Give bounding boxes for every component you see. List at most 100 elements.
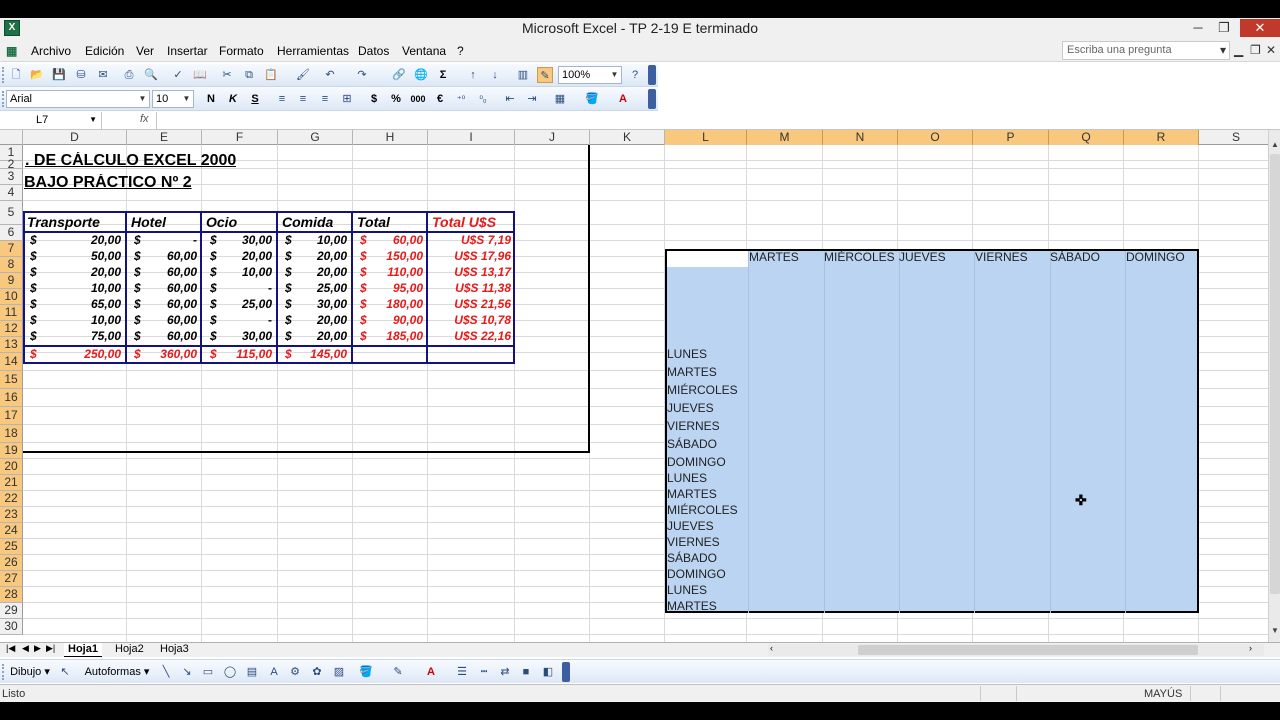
italic-button[interactable]: K bbox=[225, 91, 241, 107]
new-icon[interactable]: 🗋 bbox=[8, 67, 24, 83]
align-center-icon[interactable]: ≡ bbox=[295, 91, 311, 107]
row-header[interactable]: 16 bbox=[0, 389, 23, 407]
euro-button[interactable]: € bbox=[432, 91, 448, 107]
zoom-combo[interactable]: 100% ▼ bbox=[558, 66, 622, 84]
oval-icon[interactable]: ◯ bbox=[222, 664, 238, 680]
row-header[interactable]: 18 bbox=[0, 425, 23, 443]
diagram-icon[interactable]: ⚙ bbox=[287, 664, 303, 680]
percent-button[interactable]: % bbox=[388, 91, 404, 107]
fill-color-icon[interactable]: 🪣 bbox=[584, 91, 600, 107]
col-header-o[interactable]: O bbox=[898, 130, 973, 145]
increase-indent-icon[interactable]: ⇥ bbox=[524, 91, 540, 107]
menu-ventana[interactable]: Ventana bbox=[402, 44, 446, 58]
align-left-icon[interactable]: ≡ bbox=[274, 91, 290, 107]
row-header[interactable]: 22 bbox=[0, 491, 23, 507]
merge-center-icon[interactable]: ⊞ bbox=[339, 91, 355, 107]
arrow-icon[interactable]: ↘ bbox=[179, 664, 195, 680]
vertical-scrollbar[interactable]: ▲ ▼ bbox=[1268, 130, 1280, 642]
menu-ver[interactable]: Ver bbox=[136, 44, 154, 58]
tab-first-icon[interactable]: |◀ bbox=[2, 643, 19, 657]
doc-minimize-icon[interactable]: ▁ bbox=[1234, 43, 1243, 57]
vertical-scroll-thumb[interactable] bbox=[1270, 154, 1280, 594]
decrease-decimal-icon[interactable]: ⁰₀ bbox=[475, 91, 491, 107]
col-header-h[interactable]: H bbox=[353, 130, 428, 145]
font-size-combo[interactable]: 10 ▼ bbox=[152, 90, 194, 108]
row-header[interactable]: 10 bbox=[0, 289, 23, 305]
shadow-icon[interactable]: ■ bbox=[518, 664, 534, 680]
menu-formato[interactable]: Formato bbox=[219, 44, 264, 58]
col-header-r[interactable]: R bbox=[1124, 130, 1199, 145]
col-header-n[interactable]: N bbox=[823, 130, 898, 145]
line-style-icon[interactable]: ☰ bbox=[454, 664, 470, 680]
arrow-style-icon[interactable]: ⇄ bbox=[497, 664, 513, 680]
draw-menu-button[interactable]: Dibujo ▾ bbox=[8, 664, 52, 680]
font-color-icon[interactable]: A bbox=[615, 91, 631, 107]
row-header[interactable]: 13 bbox=[0, 337, 23, 353]
currency-button[interactable]: $ bbox=[366, 91, 382, 107]
font-combo[interactable]: Arial ▼ bbox=[6, 90, 150, 108]
ask-dropdown-icon[interactable]: ▾ bbox=[1220, 43, 1226, 57]
underline-button[interactable]: S bbox=[247, 91, 263, 107]
draw-font-color-icon[interactable]: A bbox=[423, 664, 439, 680]
tab-hoja3[interactable]: Hoja3 bbox=[156, 643, 193, 657]
menu-insertar[interactable]: Insertar bbox=[167, 44, 208, 58]
fx-icon[interactable]: fx bbox=[140, 113, 149, 125]
name-box[interactable]: L7 ▼ bbox=[2, 112, 102, 129]
menu-edicion[interactable]: Edición bbox=[85, 44, 124, 58]
row-header[interactable]: 19 bbox=[0, 443, 23, 459]
row-header[interactable]: 27 bbox=[0, 571, 23, 587]
select-all-corner[interactable] bbox=[0, 130, 23, 145]
scroll-up-icon[interactable]: ▲ bbox=[1271, 140, 1279, 149]
col-header-q[interactable]: Q bbox=[1049, 130, 1124, 145]
row-header[interactable]: 12 bbox=[0, 321, 23, 337]
increase-decimal-icon[interactable]: ⁺⁰ bbox=[453, 91, 469, 107]
bold-button[interactable]: N bbox=[203, 91, 219, 107]
textbox-icon[interactable]: ▤ bbox=[244, 664, 260, 680]
decrease-indent-icon[interactable]: ⇤ bbox=[502, 91, 518, 107]
row-header[interactable]: 17 bbox=[0, 407, 23, 425]
tab-hoja1[interactable]: Hoja1 bbox=[64, 643, 102, 657]
draw-fill-color-icon[interactable]: 🪣 bbox=[358, 664, 374, 680]
row-header[interactable]: 14 bbox=[0, 353, 23, 371]
row-header[interactable]: 7 bbox=[0, 241, 23, 257]
row-header[interactable]: 5 bbox=[0, 201, 23, 225]
dash-style-icon[interactable]: ┅ bbox=[476, 664, 492, 680]
row-header[interactable]: 26 bbox=[0, 555, 23, 571]
horizontal-scroll-thumb[interactable] bbox=[858, 645, 1198, 655]
hyperlink-icon[interactable]: 🔗 bbox=[391, 67, 407, 83]
menu-datos[interactable]: Datos bbox=[358, 44, 389, 58]
row-header[interactable]: 29 bbox=[0, 603, 23, 619]
line-icon[interactable]: ╲ bbox=[158, 664, 174, 680]
wordart-icon[interactable]: A bbox=[266, 664, 282, 680]
autoshapes-button[interactable]: Autoformas ▾ bbox=[82, 664, 152, 680]
scroll-right-icon[interactable]: › bbox=[1249, 643, 1252, 653]
select-objects-icon[interactable]: ↖ bbox=[57, 664, 73, 680]
horizontal-scrollbar[interactable]: ‹ › bbox=[768, 643, 1264, 656]
thousands-button[interactable]: 000 bbox=[410, 91, 426, 107]
close-icon[interactable]: ✕ bbox=[1240, 19, 1280, 37]
research-icon[interactable]: 📖 bbox=[192, 67, 208, 83]
row-header[interactable]: 4 bbox=[0, 185, 23, 201]
col-header-m[interactable]: M bbox=[747, 130, 823, 145]
help-icon[interactable]: ? bbox=[627, 67, 643, 83]
print-preview-icon[interactable]: 🔍 bbox=[143, 67, 159, 83]
row-header[interactable]: 9 bbox=[0, 273, 23, 289]
col-header-j[interactable]: J bbox=[515, 130, 590, 145]
copy-icon[interactable]: ⧉ bbox=[241, 67, 257, 83]
paste-icon[interactable]: 📋 bbox=[263, 67, 279, 83]
autosum-icon[interactable]: Σ bbox=[435, 67, 451, 83]
print-icon[interactable]: ⎙ bbox=[121, 67, 137, 83]
row-header[interactable]: 20 bbox=[0, 459, 23, 475]
row-header[interactable]: 15 bbox=[0, 371, 23, 389]
col-header-l[interactable]: L bbox=[665, 130, 747, 145]
format-painter-icon[interactable]: 🖌 bbox=[295, 67, 311, 83]
open-icon[interactable]: 📂 bbox=[29, 67, 45, 83]
col-header-s[interactable]: S bbox=[1199, 130, 1268, 145]
doc-restore-icon[interactable]: ❐ bbox=[1250, 43, 1261, 57]
borders-icon[interactable]: ▦ bbox=[552, 91, 568, 107]
formula-input[interactable] bbox=[156, 112, 1276, 129]
menu-help[interactable]: ? bbox=[457, 44, 464, 58]
row-header[interactable]: 3 bbox=[0, 169, 23, 185]
row-header[interactable]: 30 bbox=[0, 619, 23, 635]
selected-range[interactable] bbox=[665, 249, 1199, 613]
